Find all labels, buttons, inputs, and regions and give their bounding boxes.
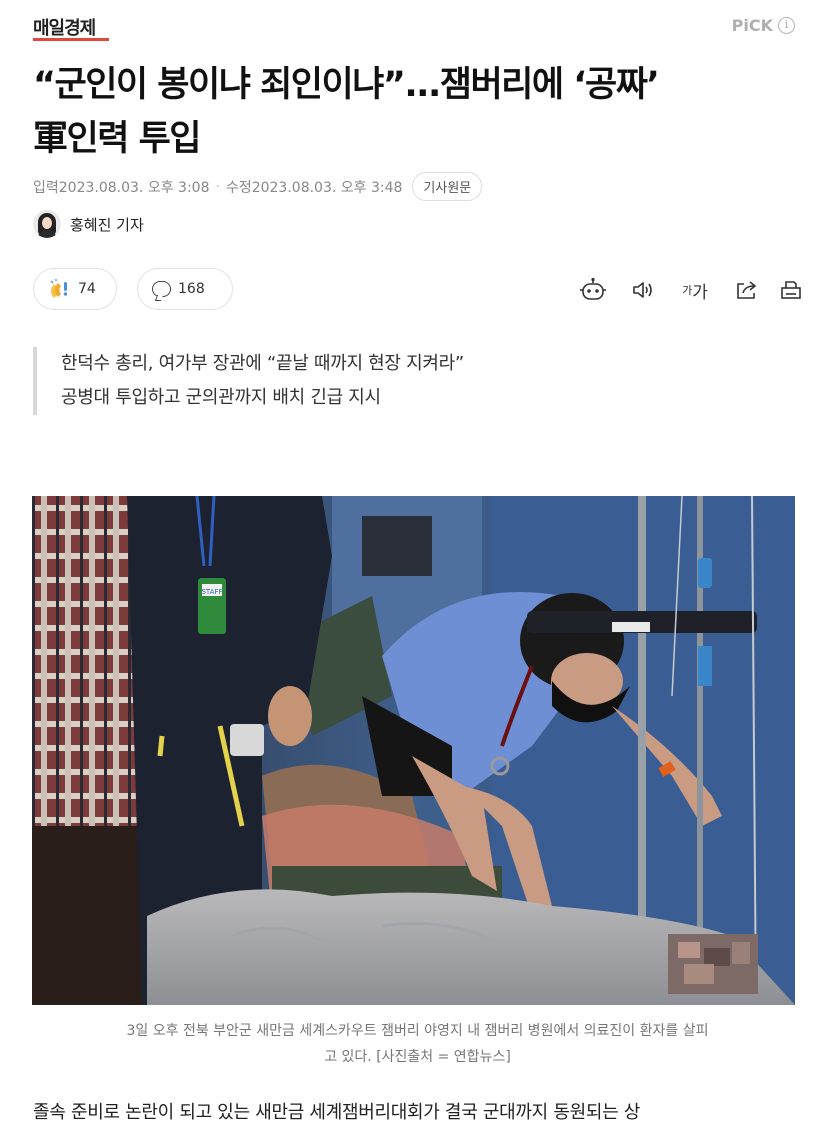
meta-separator: · — [215, 178, 220, 195]
published-time: 2023.08.03. 오후 3:08 — [58, 179, 210, 196]
summary-line: 한덕수 총리, 여가부 장관에 “끝날 때까지 현장 지켜라” — [61, 353, 464, 374]
font-size-button[interactable]: 가가 — [677, 276, 713, 304]
share-button[interactable] — [733, 276, 761, 304]
summary-line: 공병대 투입하고 군의관까지 배치 긴급 지시 — [61, 387, 381, 408]
published-label: 입력 — [33, 179, 59, 196]
comment-icon — [152, 281, 171, 297]
press-logo[interactable]: 매일경제 — [33, 14, 96, 40]
article-summary: 한덕수 총리, 여가부 장관에 “끝날 때까지 현장 지켜라” 공병대 투입하고… — [33, 347, 464, 415]
audio-icon — [633, 282, 652, 298]
photo-caption: 3일 오후 전북 부안군 새만금 세계스카우트 잼버리 야영지 내 잼버리 병원… — [40, 1018, 795, 1070]
article-body-paragraph: 졸속 준비로 논란이 되고 있는 새만금 세계잼버리대회가 결국 군대까지 동원… — [33, 1102, 641, 1123]
article-photo[interactable]: STAFF — [32, 496, 795, 1005]
audio-button[interactable] — [630, 276, 658, 304]
reaction-button[interactable]: 74 — [33, 268, 117, 310]
print-button[interactable] — [777, 276, 805, 304]
staff-badge-text: STAFF — [201, 588, 222, 596]
caption-line-1: 3일 오후 전북 부안군 새만금 세계스카우트 잼버리 야영지 내 잼버리 병원… — [126, 1023, 709, 1039]
print-icon — [781, 281, 801, 299]
info-icon[interactable]: i — [778, 17, 795, 34]
font-size-icon-large: 가 — [692, 282, 708, 303]
reaction-count: 74 — [78, 281, 96, 297]
reporter-name[interactable]: 홍혜진 기자 — [70, 214, 144, 235]
original-article-button[interactable]: 기사원문 — [412, 172, 483, 201]
top-bar: 매일경제 PiCK i — [0, 0, 835, 50]
comment-button[interactable]: 168 — [137, 268, 233, 310]
clap-icon — [50, 279, 68, 298]
comment-count: 168 — [178, 281, 205, 297]
share-icon — [737, 281, 757, 299]
modified-time: 2023.08.03. 오후 3:48 — [251, 179, 403, 196]
article-meta: 입력 2023.08.03. 오후 3:08 · 수정 2023.08.03. … — [33, 172, 483, 201]
headline-line-2: 軍인력 투입 — [33, 119, 202, 159]
article-headline: “군인이 봉이냐 죄인이냐”...잼버리에 ‘공짜’ 軍인력 투입 — [33, 58, 813, 166]
headline-line-1: “군인이 봉이냐 죄인이냐”...잼버리에 ‘공짜’ — [33, 65, 660, 105]
robot-summary-icon — [580, 277, 606, 300]
font-size-icon: 가 — [682, 284, 693, 297]
article-action-bar: 74 168 가가 — [33, 268, 803, 312]
reporter[interactable]: 홍혜진 기자 — [33, 210, 144, 238]
reporter-avatar — [33, 210, 61, 238]
caption-line-2: 고 있다. [사진출처 = 연합뉴스] — [324, 1049, 511, 1065]
summary-bot-button[interactable] — [579, 276, 607, 304]
pick-label[interactable]: PiCK — [732, 16, 773, 35]
photo-illustration: STAFF — [32, 496, 795, 1005]
logo-underline — [33, 38, 109, 41]
modified-label: 수정 — [225, 179, 252, 196]
